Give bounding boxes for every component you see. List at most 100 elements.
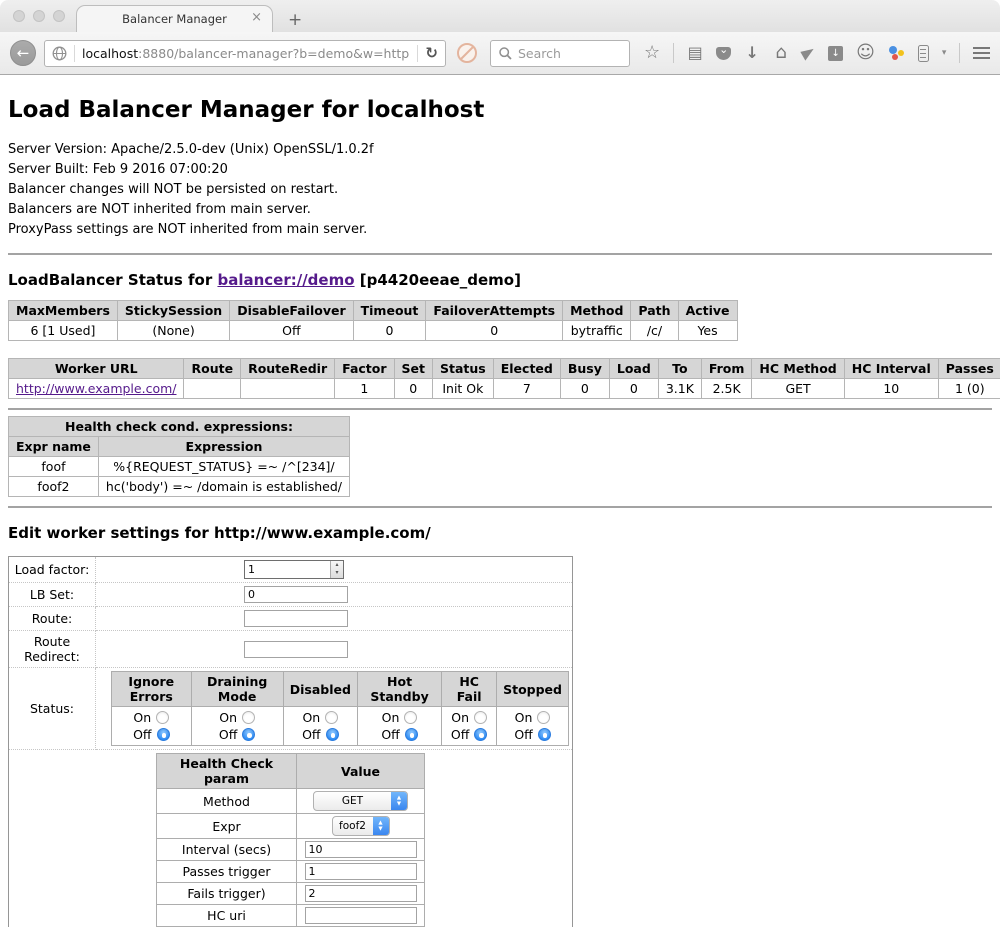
number-spinner-icon[interactable]: ▴▾ <box>330 561 343 578</box>
health-check-param-table: Health Check param Value MethodGET▲▼Expr… <box>156 753 425 927</box>
tab-close-icon[interactable]: × <box>251 10 262 25</box>
status-toggle-cell: OnOff <box>357 707 441 746</box>
fails-trigger-input[interactable] <box>305 885 417 902</box>
table-cell: 0 <box>394 379 432 399</box>
persist-notice-line: Balancer changes will NOT be persisted o… <box>8 180 992 200</box>
load-factor-label: Load factor: <box>9 557 96 583</box>
status-column-header: Ignore Errors <box>112 672 192 707</box>
minimize-window-button[interactable] <box>33 10 45 22</box>
lb-set-input[interactable] <box>244 586 348 603</box>
hc-param-label: Passes trigger <box>157 861 297 883</box>
home-icon[interactable]: ⌂ <box>773 45 789 61</box>
load-factor-row: Load factor: ▴▾ <box>9 557 573 583</box>
column-header: HC Method <box>752 359 844 379</box>
divider <box>8 253 992 255</box>
passes-trigger-input[interactable] <box>305 863 417 880</box>
route-redirect-input[interactable] <box>244 641 348 658</box>
table-cell: 7 <box>493 379 560 399</box>
chevron-down-icon[interactable]: ▾ <box>942 48 947 58</box>
hc-param-label: Method <box>157 789 297 814</box>
close-window-button[interactable] <box>13 10 25 22</box>
url-bar[interactable]: localhost:8880/balancer-manager?b=demo&w… <box>44 40 446 67</box>
select-stepper-icon: ▲▼ <box>373 817 389 835</box>
status-off-radio[interactable] <box>405 728 418 741</box>
container-icon[interactable] <box>918 45 929 62</box>
column-header: Status <box>433 359 494 379</box>
tab-balancer-manager[interactable]: Balancer Manager × <box>76 5 273 32</box>
new-tab-button[interactable]: + <box>288 10 302 30</box>
column-header: To <box>658 359 701 379</box>
hc-param-value-cell <box>297 883 425 905</box>
back-button[interactable]: ← <box>10 40 36 66</box>
balancer-demo-link[interactable]: balancer://demo <box>217 271 354 289</box>
reading-list-icon[interactable]: ▤ <box>687 45 703 61</box>
radio-label: On <box>219 709 237 726</box>
lb-set-row: LB Set: <box>9 583 573 607</box>
bookmark-star-icon[interactable]: ☆ <box>644 45 660 61</box>
pocket-icon[interactable] <box>716 47 731 60</box>
toolbar-divider <box>673 43 674 63</box>
content-blocker-icon[interactable] <box>457 43 477 63</box>
url-domain: localhost <box>82 46 138 61</box>
status-toggle-cell: OnOff <box>112 707 192 746</box>
status-on-radio[interactable] <box>404 711 417 724</box>
table-cell: 0 <box>353 321 426 341</box>
expr-select[interactable]: foof2▲▼ <box>332 816 390 836</box>
status-column-header: Hot Standby <box>357 672 441 707</box>
select-stepper-icon: ▲▼ <box>391 792 407 810</box>
status-off-radio[interactable] <box>157 728 170 741</box>
status-toggle-table: Ignore ErrorsDraining ModeDisabledHot St… <box>111 671 569 746</box>
downloads-icon[interactable]: ↓ <box>744 45 760 61</box>
worker-url-link[interactable]: http://www.example.com/ <box>16 381 176 396</box>
status-off-radio[interactable] <box>326 728 339 741</box>
extension-dots-icon[interactable] <box>888 45 905 61</box>
column-header: Passes <box>938 359 1000 379</box>
search-bar[interactable]: Search <box>490 40 630 67</box>
health-param-row: Passes trigger <box>157 861 425 883</box>
chat-smiley-icon[interactable]: ☺ <box>856 45 875 61</box>
status-on-radio[interactable] <box>242 711 255 724</box>
hc-param-value-cell: GET▲▼ <box>297 789 425 814</box>
health-param-row: Method GET▲▼ <box>157 789 425 814</box>
status-off-radio[interactable] <box>538 728 551 741</box>
method-select[interactable]: GET▲▼ <box>313 791 408 811</box>
send-tab-icon[interactable] <box>801 45 817 60</box>
zoom-window-button[interactable] <box>53 10 65 22</box>
column-header: Active <box>678 301 737 321</box>
hc-param-value-cell <box>297 905 425 927</box>
status-on-radio[interactable] <box>474 711 487 724</box>
menu-icon[interactable] <box>973 47 990 59</box>
hc-uri-input[interactable] <box>305 907 417 924</box>
load-factor-input[interactable] <box>245 561 330 578</box>
table-cell: GET <box>752 379 844 399</box>
expr-cell: %{REQUEST_STATUS} =~ /^[234]/ <box>98 457 349 477</box>
balancers-notice-line: Balancers are NOT inherited from main se… <box>8 200 992 220</box>
edit-worker-heading: Edit worker settings for http://www.exam… <box>8 524 992 542</box>
route-label: Route: <box>9 607 96 631</box>
status-off-radio[interactable] <box>474 728 487 741</box>
status-toggle-cell: OnOff <box>442 707 497 746</box>
health-param-row: Interval (secs) <box>157 839 425 861</box>
route-input[interactable] <box>244 610 348 627</box>
column-header: FailoverAttempts <box>426 301 563 321</box>
radio-label: Off <box>302 726 320 743</box>
status-on-radio[interactable] <box>325 711 338 724</box>
status-column-header: Disabled <box>283 672 357 707</box>
hc-param-value-cell <box>297 839 425 861</box>
load-factor-stepper[interactable]: ▴▾ <box>244 560 344 579</box>
status-on-radio[interactable] <box>537 711 550 724</box>
server-info: Server Version: Apache/2.5.0-dev (Unix) … <box>8 140 992 240</box>
table-cell: 3.1K <box>658 379 701 399</box>
reload-icon[interactable]: ↻ <box>425 44 438 62</box>
save-to-device-icon[interactable]: ↓ <box>828 46 843 61</box>
status-toggle-cell: OnOff <box>191 707 283 746</box>
status-on-radio[interactable] <box>156 711 169 724</box>
status-column-header: Stopped <box>497 672 569 707</box>
interval-secs-input[interactable] <box>305 841 417 858</box>
status-column-header: Draining Mode <box>191 672 283 707</box>
hc-param-value-cell <box>297 861 425 883</box>
status-column-header: HC Fail <box>442 672 497 707</box>
column-header: MaxMembers <box>9 301 118 321</box>
worker-status-table: Worker URLRouteRouteRedirFactorSetStatus… <box>8 358 1000 399</box>
status-off-radio[interactable] <box>242 728 255 741</box>
